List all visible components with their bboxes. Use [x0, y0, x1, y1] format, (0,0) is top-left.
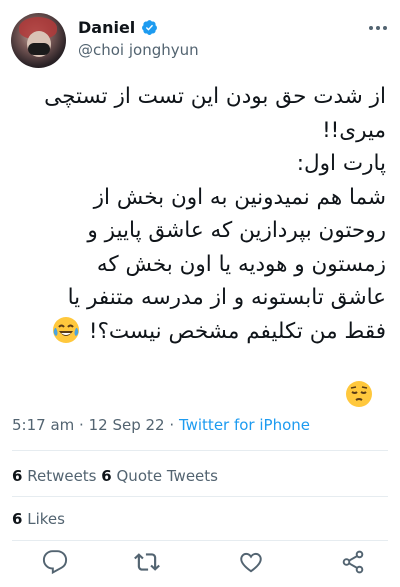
tweet-text: از شدت حق بودن این تست از تستچی میری!! پ… — [10, 80, 386, 348]
quote-tweets-label: Quote Tweets — [116, 467, 218, 485]
likes-count: 6 — [12, 510, 23, 528]
tweet-line: میری!! — [322, 117, 386, 143]
verified-badge-icon — [142, 20, 158, 35]
tweet-actions — [0, 543, 400, 583]
display-name[interactable]: Daniel — [78, 18, 158, 37]
meta-separator: · — [169, 416, 175, 434]
tweet-line: شما هم نمیدونین به اون بخش از — [93, 184, 386, 210]
reply-icon[interactable] — [42, 549, 68, 575]
quote-tweets-count: 6 — [101, 467, 112, 485]
retweets-count: 6 — [12, 467, 23, 485]
laughing-crying-emoji-icon — [53, 316, 80, 343]
tweet-line-with-emoji: فقط من تکلیفم مشخص نیست؟! — [10, 315, 386, 349]
tweet-line: روحتون بپردازین که عاشق پاییز و — [87, 218, 386, 243]
share-icon[interactable] — [340, 549, 366, 575]
tweet-line: زمستون و هودیه یا اون بخش که — [96, 251, 386, 277]
tweet-date[interactable]: 12 Sep 22 — [89, 416, 165, 434]
tweet-header: Daniel @choi jonghyun — [0, 0, 400, 80]
pensive-emoji-icon — [346, 381, 372, 407]
tweet-meta: 5:17 am · 12 Sep 22 · Twitter for iPhone — [12, 416, 310, 434]
retweets-label: Retweets — [27, 467, 97, 485]
retweet-stats[interactable]: 6 Retweets 6 Quote Tweets — [12, 467, 218, 485]
retweet-icon[interactable] — [134, 549, 160, 575]
divider — [12, 496, 388, 497]
likes-stats[interactable]: 6 Likes — [12, 510, 65, 528]
meta-separator: · — [79, 416, 84, 434]
display-name-text[interactable]: Daniel — [78, 18, 135, 37]
tweet-line: فقط من تکلیفم مشخص نیست؟! — [88, 318, 386, 344]
divider — [12, 540, 388, 541]
tweet-time[interactable]: 5:17 am — [12, 416, 74, 434]
user-handle[interactable]: @choi jonghyun — [78, 41, 199, 59]
tweet-line: عاشق تابستونه و از مدرسه متنفر یا — [67, 285, 386, 310]
tweet-line: از شدت حق بودن این تست از تستچی — [44, 84, 386, 109]
avatar[interactable] — [11, 13, 66, 68]
more-options-icon[interactable] — [366, 18, 390, 38]
tweet-line: پارت اول: — [296, 151, 386, 176]
likes-label: Likes — [27, 510, 65, 528]
divider — [12, 450, 388, 451]
like-icon[interactable] — [238, 549, 264, 575]
tweet-source-link[interactable]: Twitter for iPhone — [179, 416, 310, 434]
